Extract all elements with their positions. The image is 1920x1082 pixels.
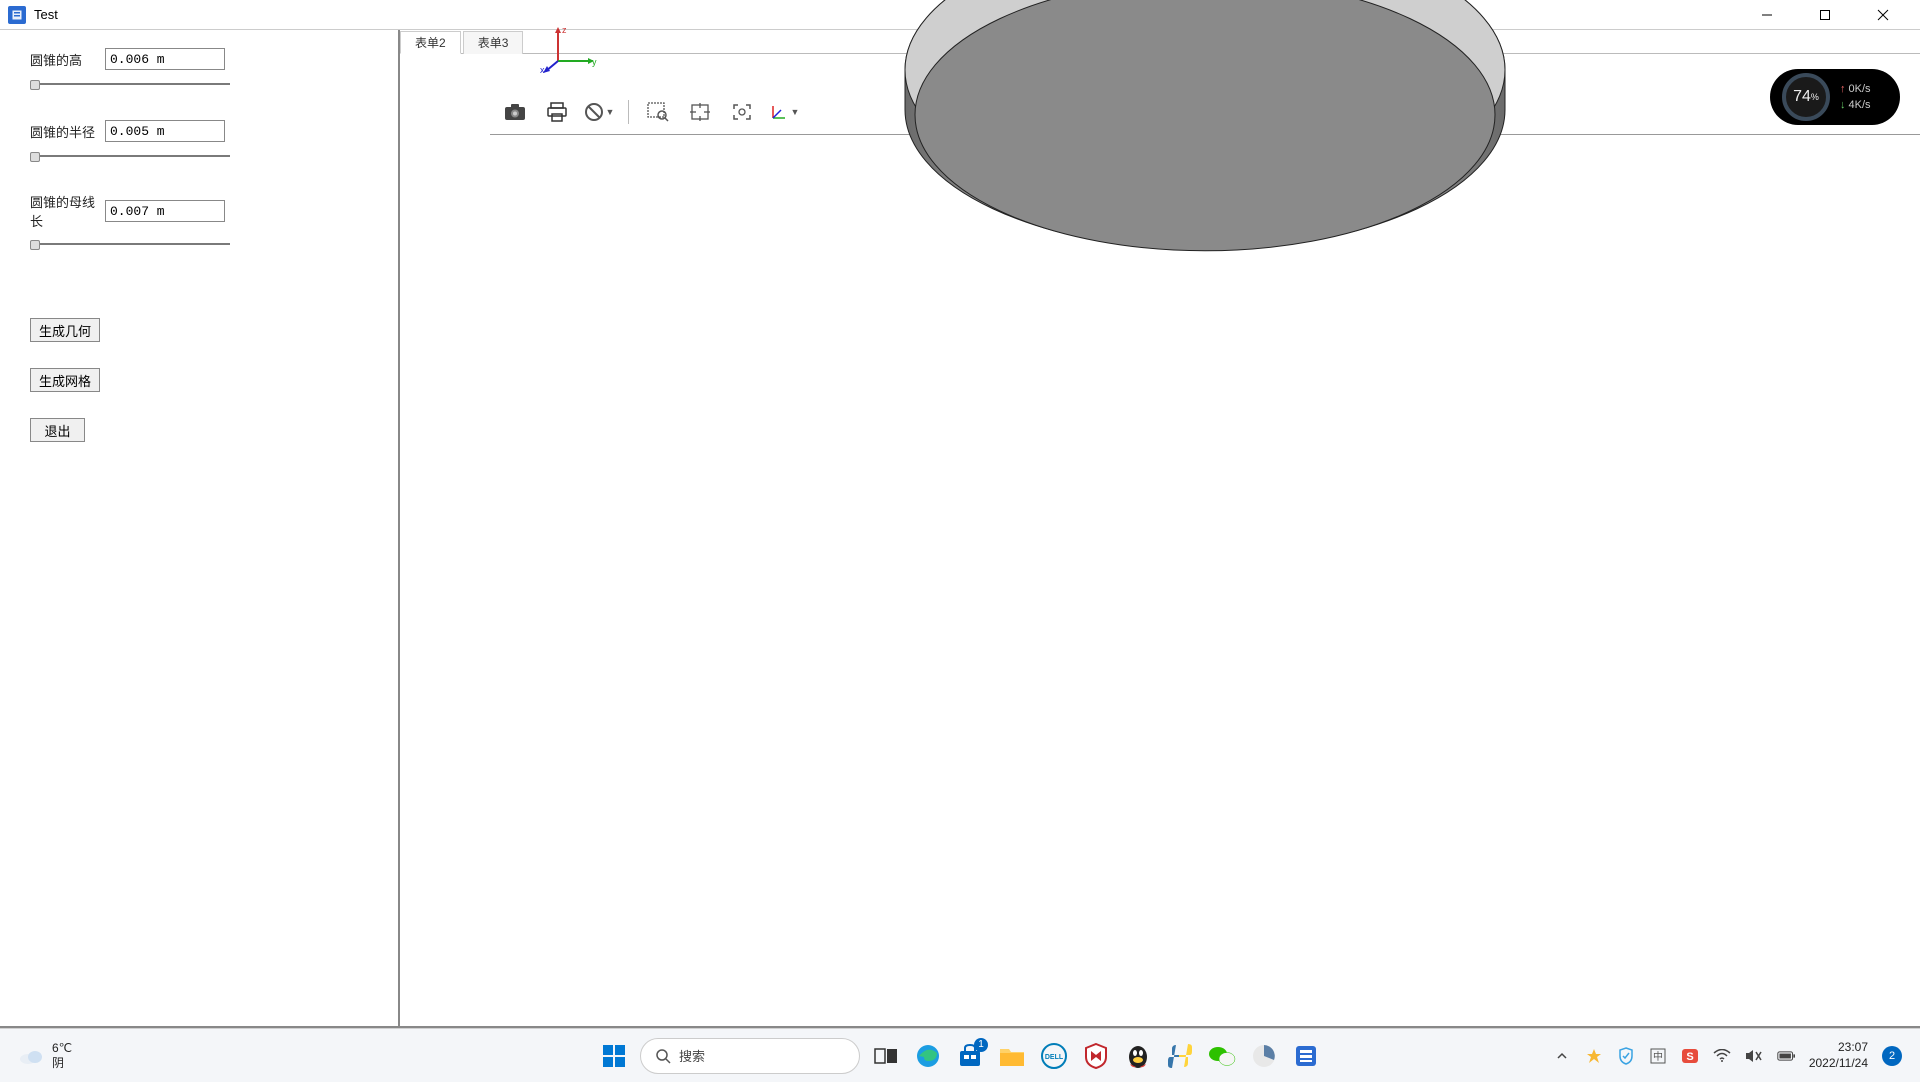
- mcafee-icon[interactable]: [1080, 1040, 1112, 1072]
- search-icon: [655, 1048, 671, 1064]
- svg-text:z: z: [562, 25, 567, 35]
- wechat-icon[interactable]: [1206, 1040, 1238, 1072]
- edge-icon[interactable]: [912, 1040, 944, 1072]
- netmeter-download: 4K/s: [1840, 99, 1871, 111]
- camera-icon[interactable]: [498, 97, 532, 127]
- slider-radius[interactable]: [30, 152, 230, 160]
- param-label-height: 圆锥的高: [30, 50, 105, 69]
- start-button[interactable]: [598, 1040, 630, 1072]
- tab-form3[interactable]: 表单3: [463, 31, 524, 54]
- canvas-area: ▼ ▼: [400, 54, 1920, 1026]
- weather-temp: 6℃: [52, 1041, 72, 1055]
- param-input-slant[interactable]: [105, 200, 225, 222]
- viewport[interactable]: z y x 74% 0K/s 4K/s: [490, 134, 1920, 135]
- cloud-icon: [18, 1046, 44, 1066]
- taskbar-clock[interactable]: 23:07 2022/11/24: [1809, 1040, 1868, 1071]
- fit-icon[interactable]: [683, 97, 717, 127]
- tray-shield-icon[interactable]: [1617, 1047, 1635, 1065]
- forbid-icon[interactable]: ▼: [582, 97, 616, 127]
- battery-icon[interactable]: [1777, 1047, 1795, 1065]
- store-badge: 1: [974, 1038, 988, 1052]
- param-input-height[interactable]: [105, 48, 225, 70]
- taskbar-search[interactable]: 搜索: [640, 1038, 860, 1074]
- tab-form2[interactable]: 表单2: [400, 31, 461, 54]
- sidebar: 圆锥的高 圆锥的半径 圆锥的母线长 生成几何 生成网格 退出: [0, 30, 400, 1026]
- chevron-down-icon: ▼: [606, 107, 615, 117]
- tray-app1-icon[interactable]: [1585, 1047, 1603, 1065]
- netmeter-upload: 0K/s: [1840, 83, 1871, 95]
- app-icon: [8, 6, 26, 24]
- disk-3d-model: [885, 0, 1525, 320]
- clock-time: 23:07: [1838, 1040, 1868, 1056]
- chevron-down-icon: ▼: [791, 107, 800, 117]
- svg-text:S: S: [1686, 1051, 1693, 1063]
- clock-date: 2022/11/24: [1809, 1056, 1868, 1072]
- tray-chevron-icon[interactable]: [1553, 1047, 1571, 1065]
- qq-icon[interactable]: [1122, 1040, 1154, 1072]
- weather-widget[interactable]: 6℃ 阴: [18, 1041, 72, 1070]
- store-icon[interactable]: 1: [954, 1040, 986, 1072]
- python-icon[interactable]: [1164, 1040, 1196, 1072]
- volume-icon[interactable]: [1745, 1047, 1763, 1065]
- taskbar: 6℃ 阴 搜索 1 DELL 中 S 23:07 2022/11/24: [0, 1028, 1920, 1082]
- taskview-icon[interactable]: [870, 1040, 902, 1072]
- explorer-icon[interactable]: [996, 1040, 1028, 1072]
- search-placeholder: 搜索: [679, 1046, 705, 1065]
- print-icon[interactable]: [540, 97, 574, 127]
- tray-ime-icon[interactable]: 中: [1649, 1047, 1667, 1065]
- weather-cond: 阴: [52, 1056, 72, 1070]
- axis-triad: z y x: [540, 25, 600, 75]
- svg-text:x: x: [540, 65, 545, 75]
- netmeter-percent: 74%: [1782, 73, 1830, 121]
- zoom-window-icon[interactable]: [641, 97, 675, 127]
- network-meter-overlay: 74% 0K/s 4K/s: [1770, 69, 1900, 125]
- window-controls: [1738, 0, 1912, 30]
- app-taskbar-icon[interactable]: [1290, 1040, 1322, 1072]
- toolbar-separator: [628, 100, 629, 124]
- param-input-radius[interactable]: [105, 120, 225, 142]
- generate-geometry-button[interactable]: 生成几何: [30, 318, 100, 342]
- minimize-button[interactable]: [1738, 0, 1796, 30]
- dell-icon[interactable]: DELL: [1038, 1040, 1070, 1072]
- slider-height[interactable]: [30, 80, 230, 88]
- svg-text:中: 中: [1653, 1050, 1663, 1063]
- exit-button[interactable]: 退出: [30, 418, 85, 442]
- param-label-slant: 圆锥的母线长: [30, 192, 105, 230]
- workarea: 表单2 表单3 ▼ ▼: [400, 30, 1920, 1026]
- tray-sogou-icon[interactable]: S: [1681, 1047, 1699, 1065]
- param-label-radius: 圆锥的半径: [30, 122, 105, 141]
- browser-icon[interactable]: [1248, 1040, 1280, 1072]
- slider-slant[interactable]: [30, 240, 230, 248]
- maximize-button[interactable]: [1796, 0, 1854, 30]
- zoom-all-icon[interactable]: [725, 97, 759, 127]
- wifi-icon[interactable]: [1713, 1047, 1731, 1065]
- notification-badge[interactable]: 2: [1882, 1046, 1902, 1066]
- svg-text:y: y: [592, 57, 597, 67]
- close-button[interactable]: [1854, 0, 1912, 30]
- axes-icon[interactable]: ▼: [767, 97, 801, 127]
- svg-text:DELL: DELL: [1045, 1054, 1064, 1061]
- generate-mesh-button[interactable]: 生成网格: [30, 368, 100, 392]
- window-title: Test: [34, 7, 58, 22]
